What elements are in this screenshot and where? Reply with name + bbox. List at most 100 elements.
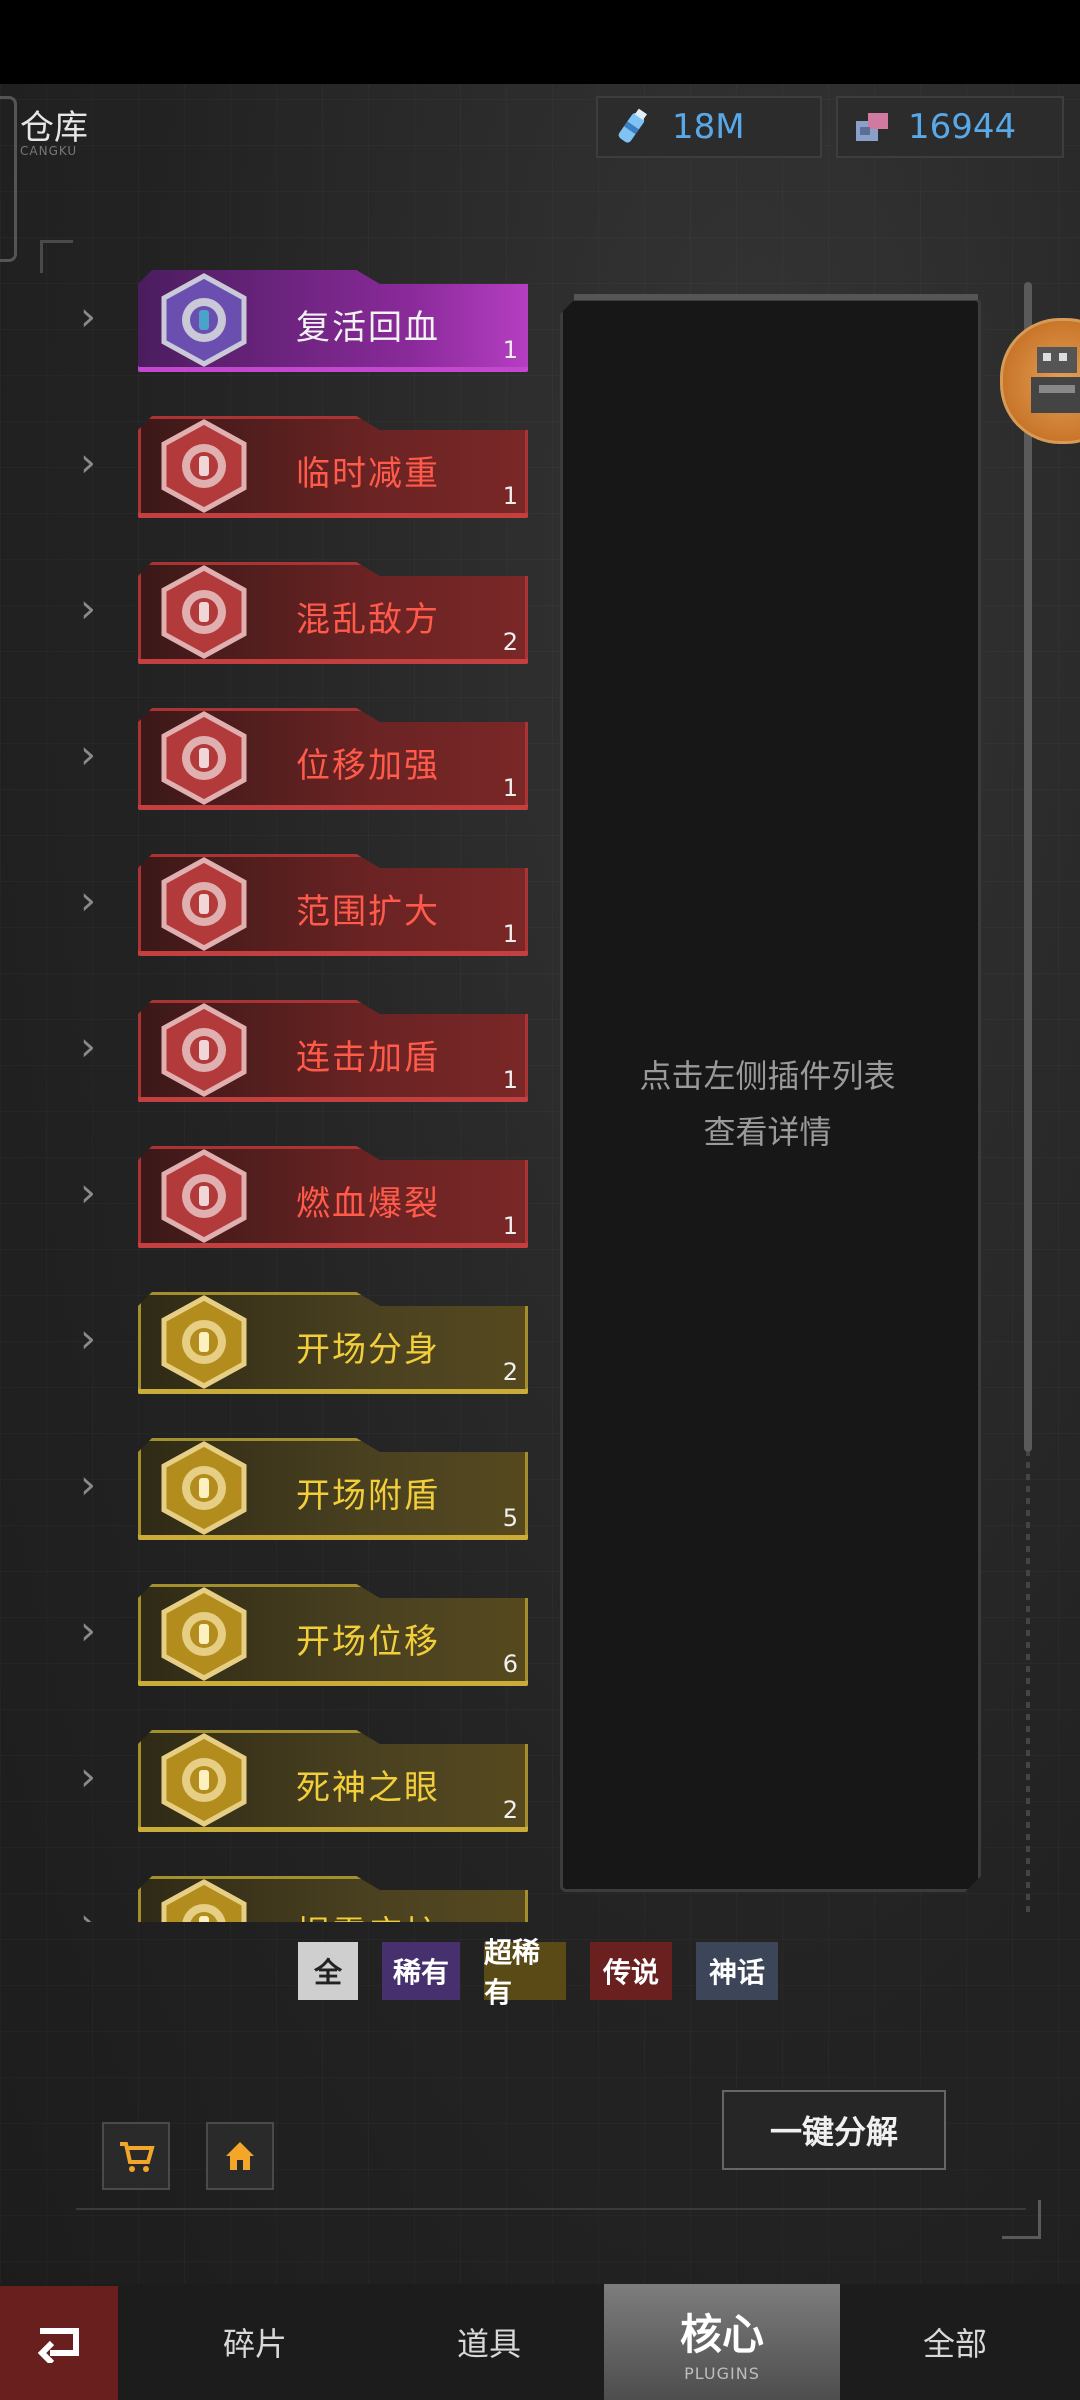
- currency-parts[interactable]: 16944: [836, 96, 1064, 158]
- chevron-right-icon[interactable]: ›: [80, 1462, 96, 1508]
- chevron-right-icon[interactable]: ›: [80, 1024, 96, 1070]
- plugin-badge-icon: [161, 1441, 247, 1535]
- plugin-card[interactable]: 连击加盾 1: [138, 1000, 528, 1102]
- plugin-name: 复活回血: [296, 308, 440, 348]
- home-button[interactable]: [206, 2122, 274, 2190]
- plugin-card[interactable]: 开场附盾 5: [138, 1438, 528, 1540]
- plugin-count: 1: [502, 482, 518, 510]
- plugin-item[interactable]: › 混乱敌方 2: [70, 554, 540, 674]
- tab-all[interactable]: 全部: [850, 2284, 1060, 2400]
- tab-core-label: 核心: [679, 2310, 764, 2359]
- one-click-decompose-button[interactable]: 一键分解: [722, 2090, 946, 2170]
- plugin-item[interactable]: › 死神之眼 2: [70, 1722, 540, 1842]
- plugin-name: 临时减重: [296, 454, 440, 494]
- chevron-right-icon[interactable]: ›: [80, 586, 96, 632]
- plugin-count: 2: [502, 1796, 518, 1824]
- plugin-badge-icon: [161, 419, 247, 513]
- list-scrollbar[interactable]: [1024, 282, 1032, 1452]
- tab-all-label: 全部: [922, 2325, 987, 2363]
- plugin-item[interactable]: › 位移加强 1: [70, 700, 540, 820]
- chevron-right-icon[interactable]: ›: [80, 294, 96, 340]
- plugin-count: 6: [502, 1650, 518, 1678]
- tab-core[interactable]: 核心 PLUGINS: [604, 2284, 840, 2400]
- tab-props[interactable]: 道具: [384, 2284, 594, 2400]
- return-arrow-icon: [37, 2328, 79, 2363]
- plugin-name: 开场位移: [296, 1622, 440, 1662]
- plugin-name: 混乱敌方: [296, 600, 440, 640]
- energy-value: 18M: [672, 107, 745, 147]
- tab-core-sublabel: PLUGINS: [684, 2364, 760, 2383]
- avatar[interactable]: [1000, 318, 1080, 444]
- plugin-item[interactable]: › 开场附盾 5: [70, 1430, 540, 1550]
- plugin-card[interactable]: 开场位移 6: [138, 1584, 528, 1686]
- detail-hint-line2: 查看详情: [703, 1113, 832, 1151]
- plugin-count: 5: [502, 1504, 518, 1532]
- currency-energy[interactable]: 18M: [596, 96, 822, 158]
- scroll-track: [1026, 1452, 1030, 1912]
- plugin-item[interactable]: › 开场分身 2: [70, 1284, 540, 1404]
- plugin-name: 开场附盾: [296, 1476, 440, 1516]
- divider-line: [76, 2208, 1026, 2210]
- plugin-card[interactable]: 死神之眼 2: [138, 1730, 528, 1832]
- plugin-name: 揭露应护: [296, 1906, 440, 1922]
- chevron-right-icon[interactable]: ›: [80, 1754, 96, 1800]
- filter-mythic[interactable]: 神话: [696, 1942, 778, 2000]
- plugin-item[interactable]: › 开场位移 6: [70, 1576, 540, 1696]
- cart-icon: [120, 2142, 155, 2172]
- filter-rare[interactable]: 稀有: [382, 1942, 460, 2000]
- chevron-right-icon[interactable]: ›: [80, 1608, 96, 1654]
- filter-all[interactable]: 全: [298, 1942, 358, 2000]
- plugin-count: 2: [502, 628, 518, 656]
- plugin-card[interactable]: 范围扩大 1: [138, 854, 528, 956]
- plugin-card[interactable]: 位移加强 1: [138, 708, 528, 810]
- filter-super-rare[interactable]: 超稀有: [484, 1936, 566, 2009]
- parts-value: 16944: [908, 107, 1017, 147]
- chevron-right-icon[interactable]: ›: [80, 1316, 96, 1362]
- plugin-item[interactable]: › 范围扩大 1: [70, 846, 540, 966]
- chevron-right-icon[interactable]: ›: [80, 1170, 96, 1216]
- list-frame-corner: [40, 240, 73, 273]
- plugin-card[interactable]: 复活回血 1: [138, 270, 528, 372]
- detail-hint-line1: 点击左侧插件列表: [639, 1057, 896, 1095]
- plugin-badge-icon: [161, 857, 247, 951]
- chevron-right-icon[interactable]: ›: [80, 878, 96, 924]
- plugin-list[interactable]: › 复活回血 1 › 临时减重 1 › 混乱敌方 2 › 位移加强 1 › 范围扩大 1 › 连击加盾 1 › 燃血爆…: [70, 262, 540, 1922]
- plugin-card[interactable]: 混乱敌方 2: [138, 562, 528, 664]
- plugin-badge-icon: [161, 1587, 247, 1681]
- plugin-item[interactable]: › 复活回血 1: [70, 262, 540, 382]
- chevron-right-icon[interactable]: ›: [80, 440, 96, 486]
- plugin-name: 死神之眼: [296, 1768, 440, 1808]
- energy-bottle-icon: [618, 108, 647, 143]
- back-button[interactable]: [0, 2286, 118, 2400]
- plugin-item[interactable]: › 揭露应护: [70, 1868, 540, 1922]
- plugin-card[interactable]: 燃血爆裂 1: [138, 1146, 528, 1248]
- shop-button[interactable]: [102, 2122, 170, 2190]
- plugin-badge-icon: [161, 1295, 247, 1389]
- parts-icon: [856, 113, 888, 141]
- plugin-name: 范围扩大: [296, 892, 440, 932]
- plugin-item[interactable]: › 临时减重 1: [70, 408, 540, 528]
- chevron-right-icon[interactable]: ›: [80, 1900, 96, 1922]
- plugin-count: 2: [502, 1358, 518, 1386]
- status-bar: [0, 0, 1080, 84]
- plugin-item[interactable]: › 燃血爆裂 1: [70, 1138, 540, 1258]
- tab-fragments[interactable]: 碎片: [150, 2284, 360, 2400]
- plugin-name: 开场分身: [296, 1330, 440, 1370]
- plugin-badge-icon: [161, 273, 247, 367]
- plugin-card[interactable]: 开场分身 2: [138, 1292, 528, 1394]
- plugin-count: 1: [502, 336, 518, 364]
- plugin-card[interactable]: 揭露应护: [138, 1876, 528, 1922]
- plugin-card[interactable]: 临时减重 1: [138, 416, 528, 518]
- plugin-name: 连击加盾: [296, 1038, 440, 1078]
- plugin-item[interactable]: › 连击加盾 1: [70, 992, 540, 1112]
- home-icon: [226, 2142, 254, 2170]
- chevron-right-icon[interactable]: ›: [80, 732, 96, 778]
- plugin-name: 燃血爆裂: [296, 1184, 440, 1224]
- detail-panel-top-edge: [574, 294, 978, 300]
- plugin-count: 1: [502, 920, 518, 948]
- plugin-name: 位移加强: [296, 746, 440, 786]
- plugin-badge-icon: [161, 1003, 247, 1097]
- plugin-badge-icon: [161, 1149, 247, 1243]
- robot-avatar-icon: [1031, 347, 1080, 413]
- filter-legendary[interactable]: 传说: [590, 1942, 672, 2000]
